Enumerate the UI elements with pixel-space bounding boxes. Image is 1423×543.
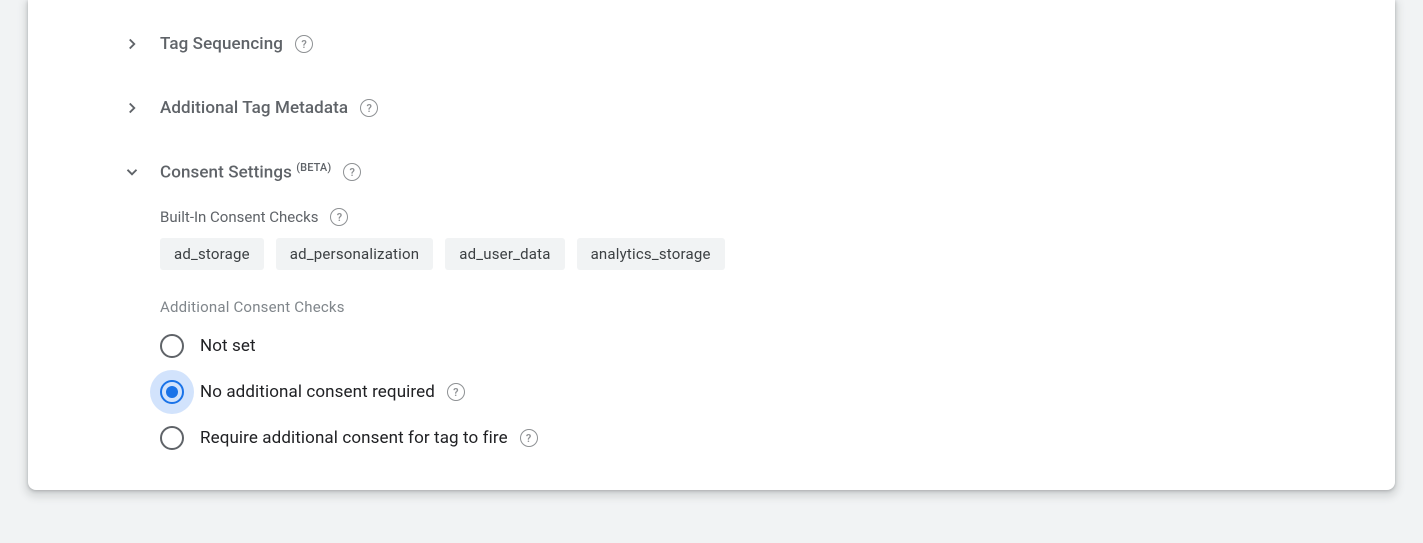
accordion-title: Tag Sequencing <box>160 34 283 54</box>
settings-card: Tag Sequencing Additional Tag Metadata C… <box>28 0 1395 490</box>
radio-label: Not set <box>200 336 256 356</box>
accordion-consent-settings[interactable]: Consent Settings (BETA) <box>28 140 1395 204</box>
help-icon[interactable] <box>520 429 538 447</box>
help-icon[interactable] <box>330 208 348 226</box>
radio-not-set[interactable] <box>160 334 184 358</box>
accordion-title: Consent Settings (BETA) <box>160 161 331 183</box>
additional-consent-radio-group: Not set No additional consent required R… <box>160 334 1395 450</box>
chip-analytics-storage: analytics_storage <box>577 238 725 270</box>
chevron-right-icon <box>120 32 144 56</box>
help-icon[interactable] <box>295 35 313 53</box>
help-icon[interactable] <box>447 383 465 401</box>
radio-label: Require additional consent for tag to fi… <box>200 428 538 448</box>
accordion-additional-metadata[interactable]: Additional Tag Metadata <box>28 76 1395 140</box>
radio-inner-icon <box>166 386 178 398</box>
radio-row-not-set[interactable]: Not set <box>160 334 1395 358</box>
chevron-right-icon <box>120 96 144 120</box>
radio-require[interactable] <box>160 426 184 450</box>
accordion-tag-sequencing[interactable]: Tag Sequencing <box>28 12 1395 76</box>
radio-row-no-additional[interactable]: No additional consent required <box>160 380 1395 404</box>
builtin-consent-chips: ad_storage ad_personalization ad_user_da… <box>160 238 1395 270</box>
consent-settings-body: Built-In Consent Checks ad_storage ad_pe… <box>28 204 1395 450</box>
radio-row-require[interactable]: Require additional consent for tag to fi… <box>160 426 1395 450</box>
radio-label: No additional consent required <box>200 382 465 402</box>
help-icon[interactable] <box>360 99 378 117</box>
chip-ad-storage: ad_storage <box>160 238 264 270</box>
radio-no-additional[interactable] <box>160 380 184 404</box>
beta-badge: (BETA) <box>296 161 331 174</box>
chip-ad-user-data: ad_user_data <box>445 238 564 270</box>
chip-ad-personalization: ad_personalization <box>276 238 433 270</box>
accordion-title: Additional Tag Metadata <box>160 98 348 118</box>
additional-consent-label: Additional Consent Checks <box>160 298 1395 316</box>
builtin-consent-label: Built-In Consent Checks <box>160 208 1395 226</box>
chevron-down-icon <box>120 160 144 184</box>
help-icon[interactable] <box>343 163 361 181</box>
